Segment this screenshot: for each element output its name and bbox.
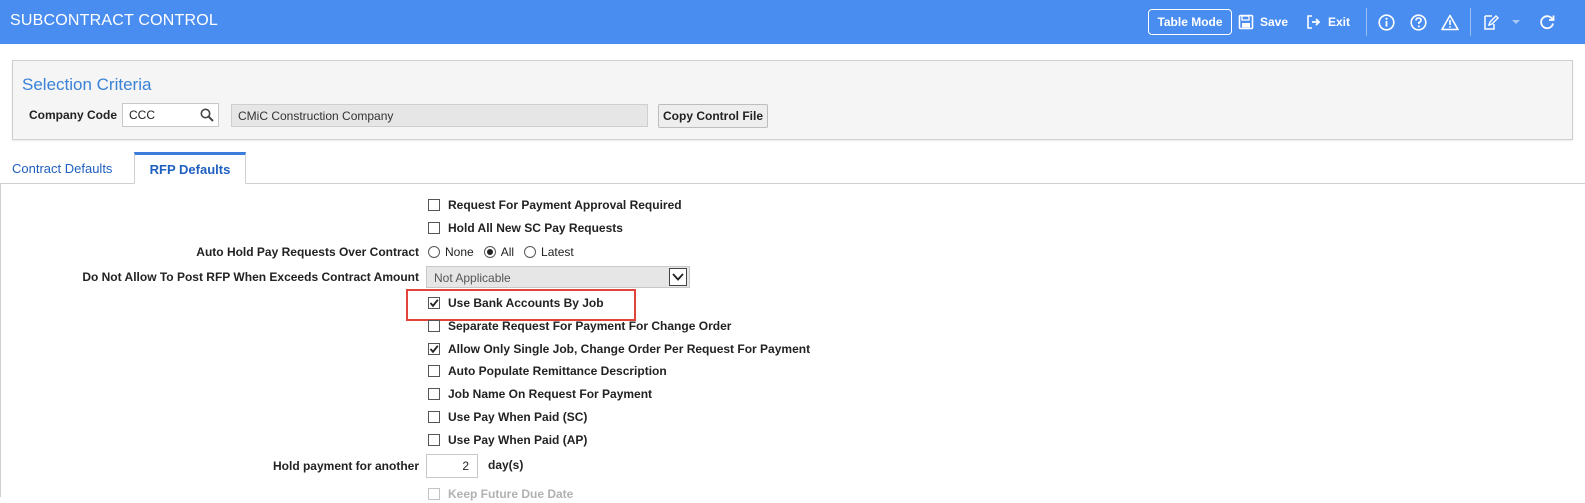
radio-none-label: None [445,245,474,259]
help-icon[interactable] [1408,12,1428,32]
auto-populate-remittance-checkbox[interactable] [428,365,440,377]
separate-rfp-change-order-row[interactable]: Separate Request For Payment For Change … [428,317,731,335]
pay-when-paid-sc-label: Use Pay When Paid (SC) [448,410,588,424]
exit-button[interactable]: Exit [1306,13,1350,31]
auto-hold-radio-group: None All Latest [428,243,584,261]
info-icon[interactable] [1376,12,1396,32]
selection-criteria-title: Selection Criteria [22,75,152,94]
job-name-on-rfp-checkbox[interactable] [428,388,440,400]
tab-rfp-defaults[interactable]: RFP Defaults [134,152,246,184]
exit-label: Exit [1328,15,1351,29]
no-post-rfp-value: Not Applicable [434,271,511,285]
job-name-on-rfp-label: Job Name On Request For Payment [448,387,653,401]
no-post-rfp-select[interactable]: Not Applicable [426,266,690,288]
bank-accounts-by-job-checkbox[interactable] [428,297,440,309]
bank-accounts-by-job-label: Use Bank Accounts By Job [448,296,604,310]
app-header: SUBCONTRACT CONTROL Table Mode Save Exit [0,0,1585,44]
warning-icon[interactable] [1440,12,1460,32]
radio-all[interactable] [483,246,496,258]
rfp-approval-required-checkbox[interactable] [428,199,440,211]
save-icon [1238,14,1254,30]
hold-new-sc-pay-label: Hold All New SC Pay Requests [448,221,623,235]
radio-all-label: All [500,245,515,259]
bank-accounts-by-job-row[interactable]: Use Bank Accounts By Job [428,294,604,312]
checkmark-icon [429,299,439,308]
hold-payment-unit: day(s) [488,456,523,474]
edit-icon[interactable] [1480,12,1500,32]
auto-populate-remittance-label: Auto Populate Remittance Description [448,364,667,378]
radio-none[interactable] [428,246,440,258]
selection-criteria-panel: Selection Criteria Company Code CCC CMiC… [12,60,1573,140]
pay-when-paid-ap-checkbox[interactable] [428,434,440,446]
pay-when-paid-sc-checkbox[interactable] [428,411,440,423]
auto-hold-label: Auto Hold Pay Requests Over Contract [196,245,419,259]
rfp-approval-required-label: Request For Payment Approval Required [448,198,682,212]
company-name-field: CMiC Construction Company [231,104,648,127]
no-post-rfp-label: Do Not Allow To Post RFP When Exceeds Co… [82,270,419,284]
auto-populate-remittance-row[interactable]: Auto Populate Remittance Description [428,362,667,380]
toolbar-divider [1366,8,1367,36]
page-title: SUBCONTRACT CONTROL [10,12,218,29]
single-job-change-order-checkbox[interactable] [428,343,440,355]
hold-payment-days-input[interactable]: 2 [426,454,478,478]
separate-rfp-change-order-label: Separate Request For Payment For Change … [448,319,732,333]
search-icon[interactable] [200,108,214,122]
save-label: Save [1260,15,1289,29]
radio-latest[interactable] [524,246,537,258]
company-code-label: Company Code [29,108,118,122]
company-code-value: CCC [129,108,155,122]
radio-latest-label: Latest [541,245,574,259]
keep-future-due-date-checkbox[interactable] [428,488,440,500]
separate-rfp-change-order-checkbox[interactable] [428,320,440,332]
hold-new-sc-pay-row[interactable]: Hold All New SC Pay Requests [428,219,623,237]
chevron-down-icon[interactable] [669,268,687,286]
checkmark-icon [429,345,439,354]
refresh-icon[interactable] [1537,12,1557,32]
hold-new-sc-pay-checkbox[interactable] [428,222,440,234]
hold-payment-label: Hold payment for another [272,459,419,473]
keep-future-due-date-label: Keep Future Due Date [448,487,574,501]
company-code-input[interactable]: CCC [122,103,219,127]
pay-when-paid-sc-row[interactable]: Use Pay When Paid (SC) [428,408,587,426]
keep-future-due-date-row[interactable]: Keep Future Due Date [428,485,573,503]
save-button[interactable]: Save [1238,13,1288,31]
pay-when-paid-ap-row[interactable]: Use Pay When Paid (AP) [428,431,587,449]
radio-selected-dot [486,249,493,255]
single-job-change-order-row[interactable]: Allow Only Single Job, Change Order Per … [428,340,810,358]
rfp-approval-required-row[interactable]: Request For Payment Approval Required [428,196,682,214]
exit-icon [1307,15,1321,29]
job-name-on-rfp-row[interactable]: Job Name On Request For Payment [428,385,652,403]
single-job-change-order-label: Allow Only Single Job, Change Order Per … [448,342,811,356]
toolbar-divider [1470,8,1471,36]
hold-payment-unit-label: day(s) [488,458,524,472]
table-mode-button[interactable]: Table Mode [1148,9,1232,35]
chevron-down-icon[interactable] [1506,12,1526,32]
copy-control-file-button[interactable]: Copy Control File [658,104,768,128]
pay-when-paid-ap-label: Use Pay When Paid (AP) [448,433,588,447]
tab-contract-defaults[interactable]: Contract Defaults [12,152,112,184]
